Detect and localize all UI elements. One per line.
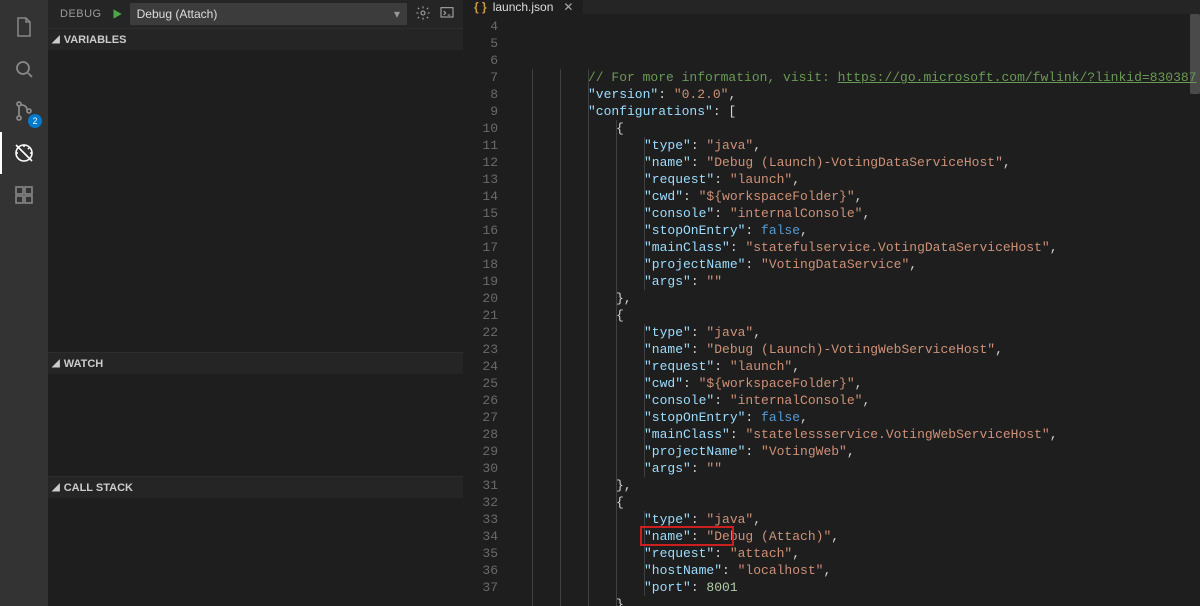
code-line[interactable]: "type": "java", [514,324,1200,341]
source-control-icon[interactable]: 2 [0,90,48,132]
json-icon: { } [474,0,487,14]
search-icon[interactable] [0,48,48,90]
scm-badge: 2 [28,114,42,128]
chevron-down-icon: ◢ [52,34,60,45]
line-numbers: 4567891011121314151617181920212223242526… [464,14,514,606]
variables-label: VARIABLES [64,34,127,46]
code-line[interactable]: "request": "attach", [514,545,1200,562]
code-line[interactable]: "args": "" [514,273,1200,290]
code-line[interactable]: "request": "launch", [514,171,1200,188]
code-line[interactable]: "projectName": "VotingDataService", [514,256,1200,273]
debug-panel: DEBUG Debug (Attach) ▾ ◢ VARIABLES [48,0,464,606]
code-line[interactable]: "type": "java", [514,511,1200,528]
code-line[interactable]: "stopOnEntry": false, [514,222,1200,239]
debug-config-value: Debug (Attach) [137,7,218,21]
activity-bar: 2 [0,0,48,606]
code-line[interactable]: "cwd": "${workspaceFolder}", [514,375,1200,392]
watch-label: WATCH [64,358,104,370]
tab-launch-json[interactable]: { } launch.json ✕ [464,0,583,14]
code-line[interactable]: "projectName": "VotingWeb", [514,443,1200,460]
code-line[interactable]: "args": "" [514,460,1200,477]
code-line[interactable]: } [514,596,1200,606]
console-icon[interactable] [439,5,455,24]
code-line[interactable]: "configurations": [ [514,103,1200,120]
chevron-down-icon: ◢ [52,482,60,493]
close-icon[interactable]: ✕ [563,0,573,14]
variables-body [48,50,463,352]
watch-header[interactable]: ◢ WATCH [48,352,463,374]
editor-area: { } launch.json ✕ 4567891011121314151617… [464,0,1200,606]
debug-header: DEBUG Debug (Attach) ▾ [48,0,463,28]
tab-label: launch.json [493,0,554,14]
code-line[interactable]: "stopOnEntry": false, [514,409,1200,426]
code-line[interactable]: "console": "internalConsole", [514,205,1200,222]
code-content[interactable]: // For more information, visit: https://… [514,14,1200,606]
explorer-icon[interactable] [0,6,48,48]
code-line[interactable]: // For more information, visit: https://… [514,69,1200,86]
code-line[interactable]: "name": "Debug (Launch)-VotingDataServic… [514,154,1200,171]
editor-tabs: { } launch.json ✕ [464,0,1200,14]
code-line[interactable]: "mainClass": "statelessservice.VotingWeb… [514,426,1200,443]
code-line[interactable]: "version": "0.2.0", [514,86,1200,103]
code-line[interactable]: "console": "internalConsole", [514,392,1200,409]
debug-icon[interactable] [0,132,48,174]
code-line[interactable]: "name": "Debug (Attach)", [514,528,1200,545]
gear-icon[interactable] [415,5,431,24]
watch-body [48,374,463,476]
callstack-body [48,498,463,606]
code-line[interactable]: { [514,120,1200,137]
callstack-label: CALL STACK [64,482,133,494]
code-line[interactable]: }, [514,477,1200,494]
code-line[interactable]: "hostName": "localhost", [514,562,1200,579]
code-line[interactable]: "cwd": "${workspaceFolder}", [514,188,1200,205]
variables-header[interactable]: ◢ VARIABLES [48,28,463,50]
code-editor[interactable]: 4567891011121314151617181920212223242526… [464,14,1200,606]
code-line[interactable]: }, [514,290,1200,307]
callstack-header[interactable]: ◢ CALL STACK [48,476,463,498]
code-line[interactable]: "type": "java", [514,137,1200,154]
code-line[interactable]: "port": 8001 [514,579,1200,596]
chevron-down-icon: ▾ [394,7,400,21]
debug-title: DEBUG [60,8,102,20]
start-debug-icon[interactable] [110,7,124,21]
code-line[interactable]: "name": "Debug (Launch)-VotingWebService… [514,341,1200,358]
code-line[interactable]: { [514,307,1200,324]
code-line[interactable]: { [514,494,1200,511]
chevron-down-icon: ◢ [52,358,60,369]
code-line[interactable]: "request": "launch", [514,358,1200,375]
code-line[interactable]: "mainClass": "statefulservice.VotingData… [514,239,1200,256]
debug-config-select[interactable]: Debug (Attach) ▾ [130,3,407,25]
extensions-icon[interactable] [0,174,48,216]
